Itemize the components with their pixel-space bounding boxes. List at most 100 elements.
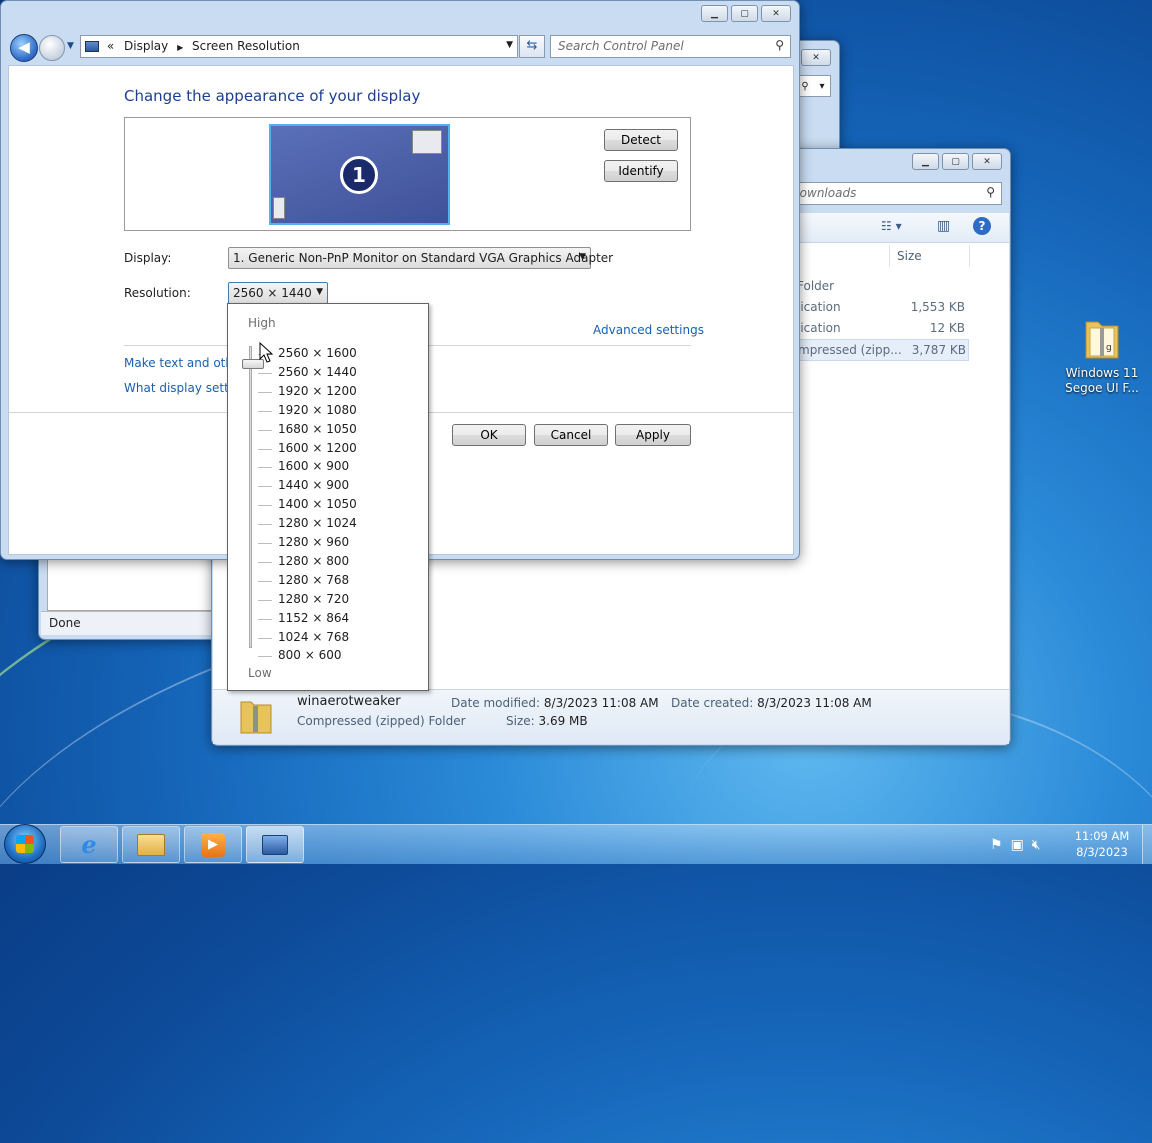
identify-button[interactable]: Identify bbox=[604, 160, 678, 182]
file-row[interactable]: Folder bbox=[797, 279, 967, 299]
back-window-statusbar: Done bbox=[41, 611, 213, 635]
svg-text:g: g bbox=[1106, 343, 1112, 353]
search-icon: ⚲ bbox=[986, 185, 995, 199]
desktop-icon-label: Windows 11 Segoe UI F... bbox=[1065, 366, 1139, 395]
file-row[interactable]: lication 12 KB bbox=[797, 321, 967, 341]
taskbar-internet-explorer[interactable]: e bbox=[60, 826, 118, 863]
details-date-modified: Date modified: 8/3/2023 11:08 AM bbox=[451, 696, 659, 710]
taskbar-control-panel[interactable] bbox=[246, 826, 304, 863]
chevron-down-icon: ▼ bbox=[579, 252, 586, 262]
resolution-option[interactable]: 1680 × 1050 bbox=[278, 422, 357, 436]
resolution-option[interactable]: 2560 × 1440 bbox=[278, 365, 357, 379]
refresh-button[interactable]: ⇆ bbox=[519, 35, 545, 58]
monitor-preview-icons bbox=[273, 197, 285, 219]
resolution-tick bbox=[258, 429, 272, 431]
refresh-icon: ⇆ bbox=[526, 38, 538, 53]
resolution-tick bbox=[258, 561, 272, 563]
show-desktop-button[interactable] bbox=[1142, 825, 1152, 864]
close-button[interactable]: ✕ bbox=[972, 153, 1002, 170]
file-row[interactable]: lication 1,553 KB bbox=[797, 300, 967, 320]
resolution-select[interactable]: 2560 × 1440 ▼ bbox=[228, 282, 328, 304]
resolution-tick bbox=[258, 637, 272, 639]
view-options-icon[interactable]: ☷ ▾ bbox=[881, 219, 902, 233]
close-icon: ✕ bbox=[772, 8, 780, 19]
status-text: Done bbox=[49, 616, 81, 630]
minimize-button[interactable]: ▁ bbox=[701, 5, 728, 22]
back-button[interactable]: ◀ bbox=[10, 34, 38, 62]
forward-button[interactable] bbox=[39, 35, 65, 61]
apply-button[interactable]: Apply bbox=[615, 424, 691, 446]
display-label: Display: bbox=[124, 251, 172, 265]
back-window-close-button[interactable]: ✕ bbox=[801, 49, 831, 66]
resolution-tick bbox=[258, 391, 272, 393]
back-arrow-icon: ◀ bbox=[18, 38, 30, 56]
close-button[interactable]: ✕ bbox=[761, 5, 791, 22]
chevron-down-icon: ▼ bbox=[316, 287, 323, 297]
resolution-option[interactable]: 1600 × 1200 bbox=[278, 441, 357, 455]
clock-time: 11:09 AM bbox=[1074, 829, 1130, 843]
monitor-preview-area: 1 Detect Identify bbox=[124, 117, 691, 231]
resolution-option[interactable]: 800 × 600 bbox=[278, 648, 342, 662]
preview-pane-icon[interactable]: ▥ bbox=[937, 218, 950, 234]
taskbar-media-player[interactable]: ▶ bbox=[184, 826, 242, 863]
resolution-option[interactable]: 1600 × 900 bbox=[278, 459, 349, 473]
close-icon: ✕ bbox=[812, 52, 820, 63]
maximize-button[interactable]: ▢ bbox=[942, 153, 969, 170]
clock[interactable]: 11:09 AM 8/3/2023 bbox=[1064, 828, 1140, 860]
breadcrumb-separator-icon[interactable]: ▶ bbox=[177, 43, 183, 52]
ok-button[interactable]: OK bbox=[452, 424, 526, 446]
search-input[interactable]: Search Control Panel ⚲ bbox=[550, 35, 791, 58]
resolution-tick bbox=[258, 505, 272, 507]
resolution-option[interactable]: 1280 × 768 bbox=[278, 573, 349, 587]
breadcrumb-display[interactable]: Display bbox=[124, 39, 168, 53]
resolution-tick bbox=[258, 372, 272, 374]
detect-button[interactable]: Detect bbox=[604, 129, 678, 151]
taskbar-windows-explorer[interactable] bbox=[122, 826, 180, 863]
help-icon[interactable]: ? bbox=[973, 217, 991, 235]
details-file-name: winaerotweaker bbox=[297, 694, 401, 709]
resolution-option[interactable]: 1280 × 960 bbox=[278, 535, 349, 549]
file-row-selected[interactable]: mpressed (zipp... 3,787 KB bbox=[789, 339, 969, 361]
monitor-number: 1 bbox=[340, 156, 378, 194]
resolution-option[interactable]: 1400 × 1050 bbox=[278, 497, 357, 511]
mouse-cursor-icon bbox=[259, 342, 274, 363]
address-dropdown-icon[interactable]: ▼ bbox=[506, 40, 513, 50]
column-header-size[interactable]: Size bbox=[897, 249, 922, 263]
desktop-icon-windows11-font[interactable]: g Windows 11 Segoe UI F... bbox=[1062, 314, 1142, 396]
windows-logo-icon bbox=[16, 835, 34, 853]
resolution-slider-track[interactable] bbox=[249, 346, 252, 648]
resolution-option[interactable]: 1920 × 1080 bbox=[278, 403, 357, 417]
resolution-option[interactable]: 1280 × 800 bbox=[278, 554, 349, 568]
resolution-option[interactable]: 1440 × 900 bbox=[278, 478, 349, 492]
minimize-button[interactable]: ▁ bbox=[912, 153, 939, 170]
close-icon: ✕ bbox=[983, 156, 991, 167]
resolution-tick bbox=[258, 656, 272, 658]
breadcrumb-screen-resolution[interactable]: Screen Resolution bbox=[192, 39, 300, 53]
volume-muted-icon[interactable]: 🔇︎ bbox=[1032, 837, 1041, 853]
network-icon[interactable]: ▣ bbox=[1011, 837, 1024, 853]
downloads-search-input[interactable]: n Downloads ⚲ bbox=[772, 182, 1002, 205]
resolution-option[interactable]: 1280 × 720 bbox=[278, 592, 349, 606]
address-bar[interactable]: « Display ▶ Screen Resolution ▼ bbox=[80, 35, 518, 58]
recent-pages-dropdown-icon[interactable]: ▼ bbox=[67, 41, 74, 51]
zip-folder-icon: g bbox=[1085, 321, 1119, 359]
back-window-nav: ⚲ ▾ bbox=[795, 75, 831, 97]
resolution-option[interactable]: 1152 × 864 bbox=[278, 611, 349, 625]
internet-explorer-icon: e bbox=[81, 830, 97, 859]
resolution-option[interactable]: 2560 × 1600 bbox=[278, 346, 357, 360]
display-select[interactable]: 1. Generic Non-PnP Monitor on Standard V… bbox=[228, 247, 613, 269]
action-center-flag-icon[interactable]: ⚑ bbox=[990, 837, 1003, 853]
resolution-option[interactable]: 1024 × 768 bbox=[278, 630, 349, 644]
control-panel-icon bbox=[262, 834, 288, 855]
maximize-button[interactable]: ▢ bbox=[731, 5, 758, 22]
resolution-tick bbox=[258, 580, 272, 582]
resolution-option[interactable]: 1280 × 1024 bbox=[278, 516, 357, 530]
resolution-tick bbox=[258, 467, 272, 469]
cancel-button[interactable]: Cancel bbox=[534, 424, 608, 446]
monitor-1[interactable]: 1 bbox=[269, 124, 450, 225]
advanced-settings-link[interactable]: Advanced settings bbox=[593, 323, 704, 337]
start-button[interactable] bbox=[4, 824, 46, 864]
minimize-icon: ▁ bbox=[711, 8, 718, 19]
resolution-option[interactable]: 1920 × 1200 bbox=[278, 384, 357, 398]
folder-icon bbox=[137, 833, 165, 856]
